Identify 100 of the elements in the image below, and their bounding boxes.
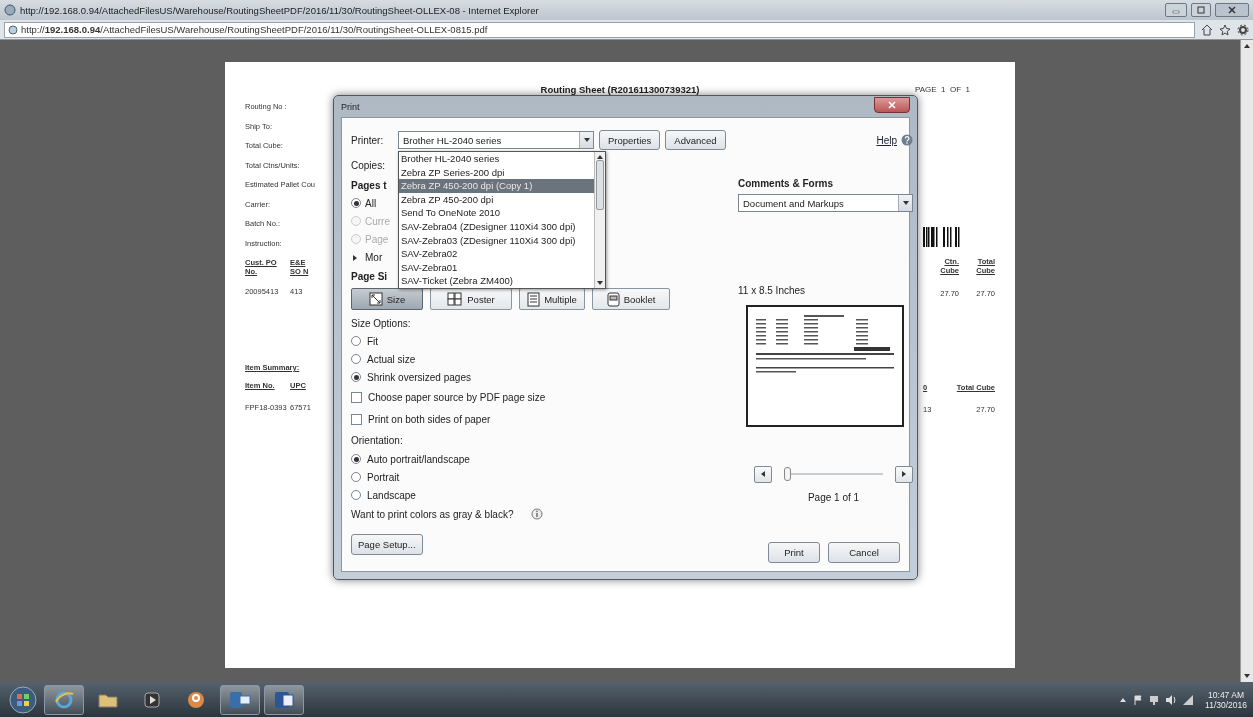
section-label: Pages t: [351, 180, 387, 191]
scroll-up-icon: [596, 153, 604, 161]
list-item[interactable]: SAV-Zebra03 (ZDesigner 110Xi4 300 dpi): [399, 233, 594, 248]
network-icon[interactable]: [1149, 694, 1160, 705]
section-label: Size Options:: [351, 317, 411, 329]
speaker-icon[interactable]: [1165, 694, 1178, 705]
list-item[interactable]: SAV-Zebra04 (ZDesigner 110Xi4 300 dpi): [399, 219, 594, 234]
globe-icon: [8, 24, 18, 35]
document-title: Routing Sheet (R201611300739321): [540, 83, 700, 95]
dialog-button[interactable]: Advanced: [665, 130, 726, 150]
checkbox-label: Choose paper source by PDF page size: [368, 391, 546, 403]
browser-taskbar-button[interactable]: [44, 684, 84, 715]
tiles-icon: [447, 292, 464, 306]
size-tab[interactable]: Multiple: [519, 288, 585, 310]
close-icon: [1228, 6, 1236, 14]
list-item[interactable]: Zebra ZP Series-200 dpi: [399, 165, 594, 180]
section-label: Mor: [365, 252, 383, 263]
scroll-up-icon: [1243, 42, 1251, 50]
option-label: Landscape: [367, 489, 416, 501]
radio-button[interactable]: [351, 354, 361, 364]
option-label: All: [365, 197, 377, 209]
start-button[interactable]: [6, 684, 40, 715]
expand-icon: [351, 253, 359, 262]
play-icon: [144, 691, 160, 708]
comments-select[interactable]: Document and Markups: [738, 194, 913, 212]
section-label: Orientation:: [351, 434, 403, 446]
list-item[interactable]: SAV-Zebra01: [399, 260, 594, 275]
size-tab[interactable]: Poster: [430, 288, 512, 310]
booklet-icon: [606, 291, 620, 307]
checkbox-label: Print on both sides of paper: [368, 413, 491, 425]
page-number: PAGE 1 OF 1: [915, 84, 971, 94]
size-tab[interactable]: Size: [351, 288, 423, 310]
option-label: Curre: [365, 215, 390, 227]
radio-button[interactable]: [351, 490, 361, 500]
radio-button[interactable]: [351, 472, 361, 482]
list-item[interactable]: Brother HL-2040 series: [399, 152, 594, 166]
close-button[interactable]: [874, 96, 910, 113]
list-item[interactable]: Zebra ZP 450-200 dpi (Copy 1): [399, 179, 594, 193]
printer-select[interactable]: Brother HL-2040 series: [398, 131, 594, 149]
list-item[interactable]: SAV-Zebra02: [399, 247, 594, 261]
dialog-button[interactable]: Properties: [599, 130, 661, 150]
size-tab[interactable]: Booklet: [592, 288, 670, 310]
print-button[interactable]: Print: [768, 542, 820, 563]
scroll-thumb[interactable]: [596, 159, 604, 210]
pages-icon: [527, 291, 541, 307]
scroll-down-icon: [1243, 672, 1251, 680]
option-label: Fit: [367, 335, 379, 347]
list-item[interactable]: SAV-Ticket (Zebra ZM400): [399, 274, 594, 288]
window-title: http://192.168.0.94/AttachedFilesUS/Warehouse/RoutingSheetPDF/2016/11/30/RoutingSheet-OLLEX-08 - Internet Explorer: [20, 4, 540, 16]
maximize-icon: [1197, 6, 1205, 14]
home-icon[interactable]: [1201, 23, 1213, 36]
checkbox[interactable]: [351, 413, 362, 425]
option-label: Shrink oversized pages: [367, 371, 471, 383]
caret-icon: [900, 470, 908, 478]
help-icon[interactable]: [901, 134, 913, 146]
option-label: Auto portrait/landscape: [367, 453, 470, 465]
address-field[interactable]: http://192.168.0.94/AttachedFilesUS/Warehouse/RoutingSheetPDF/2016/11/30/RoutingSheet-OLLEX-0815.pdf: [4, 21, 1195, 38]
help-link[interactable]: Help: [876, 134, 897, 146]
app-icon: [186, 689, 206, 710]
section-label: Page Si: [351, 271, 388, 282]
radio-button[interactable]: [351, 454, 361, 464]
checkbox[interactable]: [351, 391, 362, 403]
page-indicator: Page 1 of 1: [806, 492, 860, 503]
question-label: Want to print colors as gray & black?: [351, 508, 514, 520]
start-orb-icon: [9, 685, 37, 714]
scroll-down-icon: [596, 278, 604, 287]
caret-icon: [582, 136, 591, 144]
maximize-button[interactable]: [1191, 3, 1211, 17]
flag-icon[interactable]: [1133, 694, 1144, 705]
document-icon: [274, 689, 294, 710]
section-label: Comments & Forms: [738, 178, 834, 189]
slider-thumb[interactable]: [784, 467, 791, 481]
paper-size-label: 11 x 8.5 Inches: [738, 285, 807, 296]
cancel-button[interactable]: Cancel: [828, 542, 900, 563]
close-icon: [888, 100, 896, 109]
close-button[interactable]: [1215, 3, 1249, 17]
list-item[interactable]: Send To OneNote 2010: [399, 206, 594, 220]
radio-button[interactable]: [351, 198, 361, 208]
printer-label: Printer:: [351, 134, 385, 146]
previous-page-button[interactable]: [754, 465, 772, 483]
minimize-button[interactable]: [1165, 3, 1187, 17]
signal-icon[interactable]: [1183, 694, 1194, 705]
settings-icon[interactable]: [1237, 23, 1249, 36]
copies-label: Copies:: [351, 159, 385, 171]
info-icon[interactable]: [531, 508, 544, 520]
clock[interactable]: 10:47 AM 11/30/2016: [1205, 689, 1247, 710]
star-icon[interactable]: [1219, 23, 1231, 36]
option-label: Portrait: [367, 471, 400, 483]
clock-time: 10:47 AM: [1208, 689, 1244, 700]
page-setup-button[interactable]: Page Setup...: [351, 534, 423, 555]
barcode-drawing: [923, 227, 963, 247]
caret-icon: [901, 199, 910, 207]
resize-icon: [368, 292, 383, 306]
next-page-button[interactable]: [895, 465, 913, 483]
list-item[interactable]: Zebra ZP 450-200 dpi: [399, 192, 594, 207]
document-taskbar-button[interactable]: [264, 684, 304, 715]
mail-taskbar-button[interactable]: [220, 684, 260, 715]
radio-button[interactable]: [351, 372, 361, 382]
option-label: Page: [365, 233, 389, 245]
radio-button[interactable]: [351, 336, 361, 346]
